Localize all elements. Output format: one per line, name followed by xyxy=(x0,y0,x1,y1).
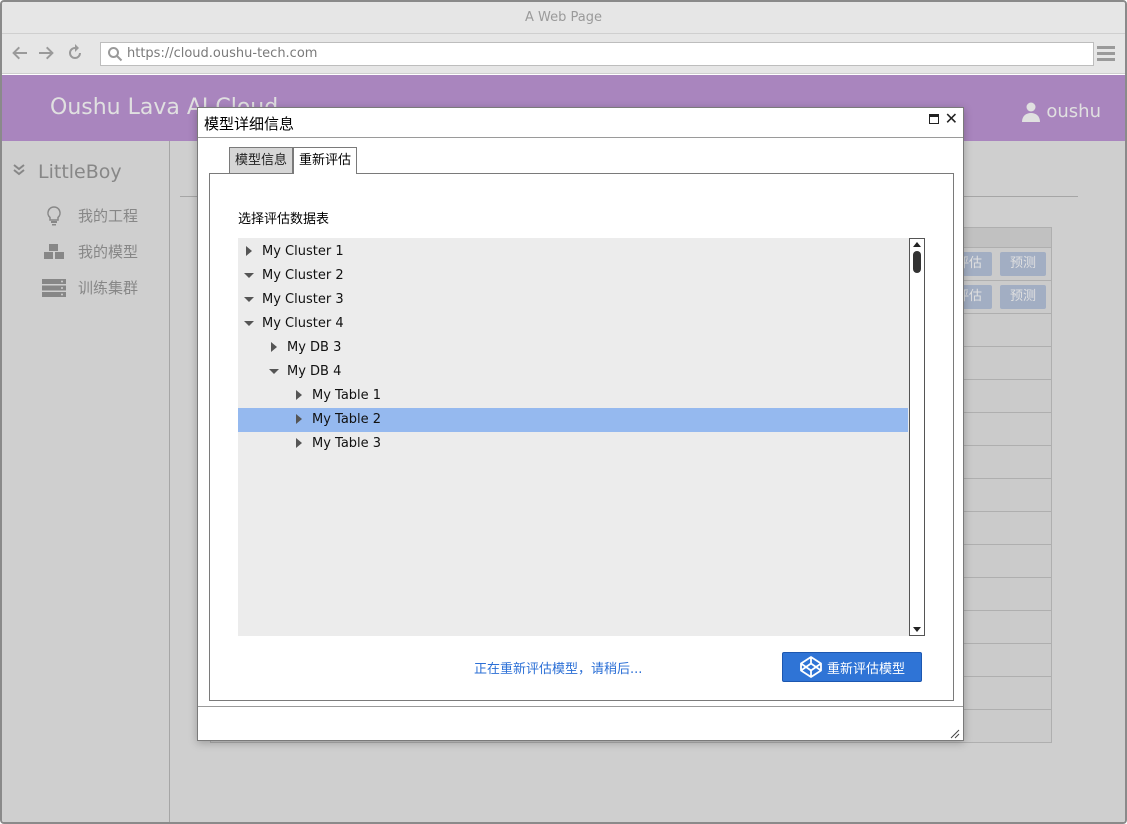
tree-node[interactable]: My Table 1 xyxy=(238,384,908,408)
table-tree[interactable]: My Cluster 1 My Cluster 2 My Cluster 3 My C… xyxy=(238,238,925,636)
maximize-icon[interactable] xyxy=(929,114,939,124)
caret-right-icon[interactable] xyxy=(269,336,279,360)
caret-down-icon[interactable] xyxy=(244,264,254,288)
section-label: 选择评估数据表 xyxy=(238,212,330,227)
tab-reevaluate[interactable]: 重新评估 xyxy=(293,147,358,174)
tree-node[interactable]: My Cluster 4 xyxy=(238,312,908,336)
refresh-icon[interactable] xyxy=(65,44,85,64)
tree-node-label: My Cluster 2 xyxy=(262,268,344,283)
tree-node[interactable]: My Table 2 xyxy=(238,408,908,432)
url-text: https://cloud.oushu-tech.com xyxy=(127,46,318,61)
dialog-tabs: 模型信息 重新评估 xyxy=(229,147,358,174)
tree-node[interactable]: My Table 3 xyxy=(238,432,908,456)
tree-node-label: My Table 1 xyxy=(312,388,382,403)
tree-node-label: My Cluster 1 xyxy=(262,244,344,259)
tree-node-label: My Table 3 xyxy=(312,436,382,451)
dialog-footer xyxy=(198,706,963,742)
arrow-right-icon[interactable] xyxy=(36,44,56,64)
tree-node[interactable]: My Cluster 3 xyxy=(238,288,908,312)
dialog-title: 模型详细信息 xyxy=(204,115,295,133)
tree-scrollbar[interactable] xyxy=(909,238,925,636)
caret-right-icon[interactable] xyxy=(294,408,304,432)
codepen-icon xyxy=(800,656,822,678)
tab-model-info[interactable]: 模型信息 xyxy=(229,147,294,173)
reevaluate-model-button[interactable]: 重新评估模型 xyxy=(782,652,922,682)
browser-window: A Web Page https://cloud.oushu-tech.com … xyxy=(0,0,1127,824)
url-bar[interactable]: https://cloud.oushu-tech.com xyxy=(100,42,1094,66)
tree-node-label: My Table 2 xyxy=(312,412,382,427)
close-icon[interactable]: ✕ xyxy=(945,110,958,128)
scroll-thumb[interactable] xyxy=(913,251,921,273)
menu-icon[interactable] xyxy=(1097,46,1115,62)
tree-node-label: My DB 3 xyxy=(287,340,342,355)
reevaluate-button-label: 重新评估模型 xyxy=(826,660,905,676)
status-text: 正在重新评估模型，请稍后... xyxy=(474,662,643,677)
tree-node[interactable]: My DB 4 xyxy=(238,360,908,384)
tree-node-label: My Cluster 3 xyxy=(262,292,344,307)
tree-node[interactable]: My Cluster 2 xyxy=(238,264,908,288)
search-icon xyxy=(108,47,123,62)
scroll-up-icon[interactable] xyxy=(913,242,921,247)
tree-node-label: My DB 4 xyxy=(287,364,342,379)
scroll-down-icon[interactable] xyxy=(913,627,921,632)
window-title: A Web Page xyxy=(2,2,1125,34)
tree-node-label: My Cluster 4 xyxy=(262,316,344,331)
caret-right-icon[interactable] xyxy=(244,240,254,264)
arrow-left-icon[interactable] xyxy=(10,44,30,64)
caret-right-icon[interactable] xyxy=(294,432,304,456)
tree-node[interactable]: My DB 3 xyxy=(238,336,908,360)
caret-down-icon[interactable] xyxy=(244,312,254,336)
reevaluate-panel: 选择评估数据表 My Cluster 1 My Cluster 2 My Clust… xyxy=(209,173,954,701)
browser-toolbar: https://cloud.oushu-tech.com xyxy=(2,34,1125,74)
caret-right-icon[interactable] xyxy=(294,384,304,408)
tree-node[interactable]: My Cluster 1 xyxy=(238,240,908,264)
dialog-header: 模型详细信息 ✕ xyxy=(198,108,963,138)
resize-grip-icon[interactable] xyxy=(950,729,960,739)
caret-down-icon[interactable] xyxy=(244,288,254,312)
model-details-dialog: 模型详细信息 ✕ 模型信息 重新评估 选择评估数据表 My Cluster 1M… xyxy=(197,107,964,741)
caret-down-icon[interactable] xyxy=(269,360,279,384)
